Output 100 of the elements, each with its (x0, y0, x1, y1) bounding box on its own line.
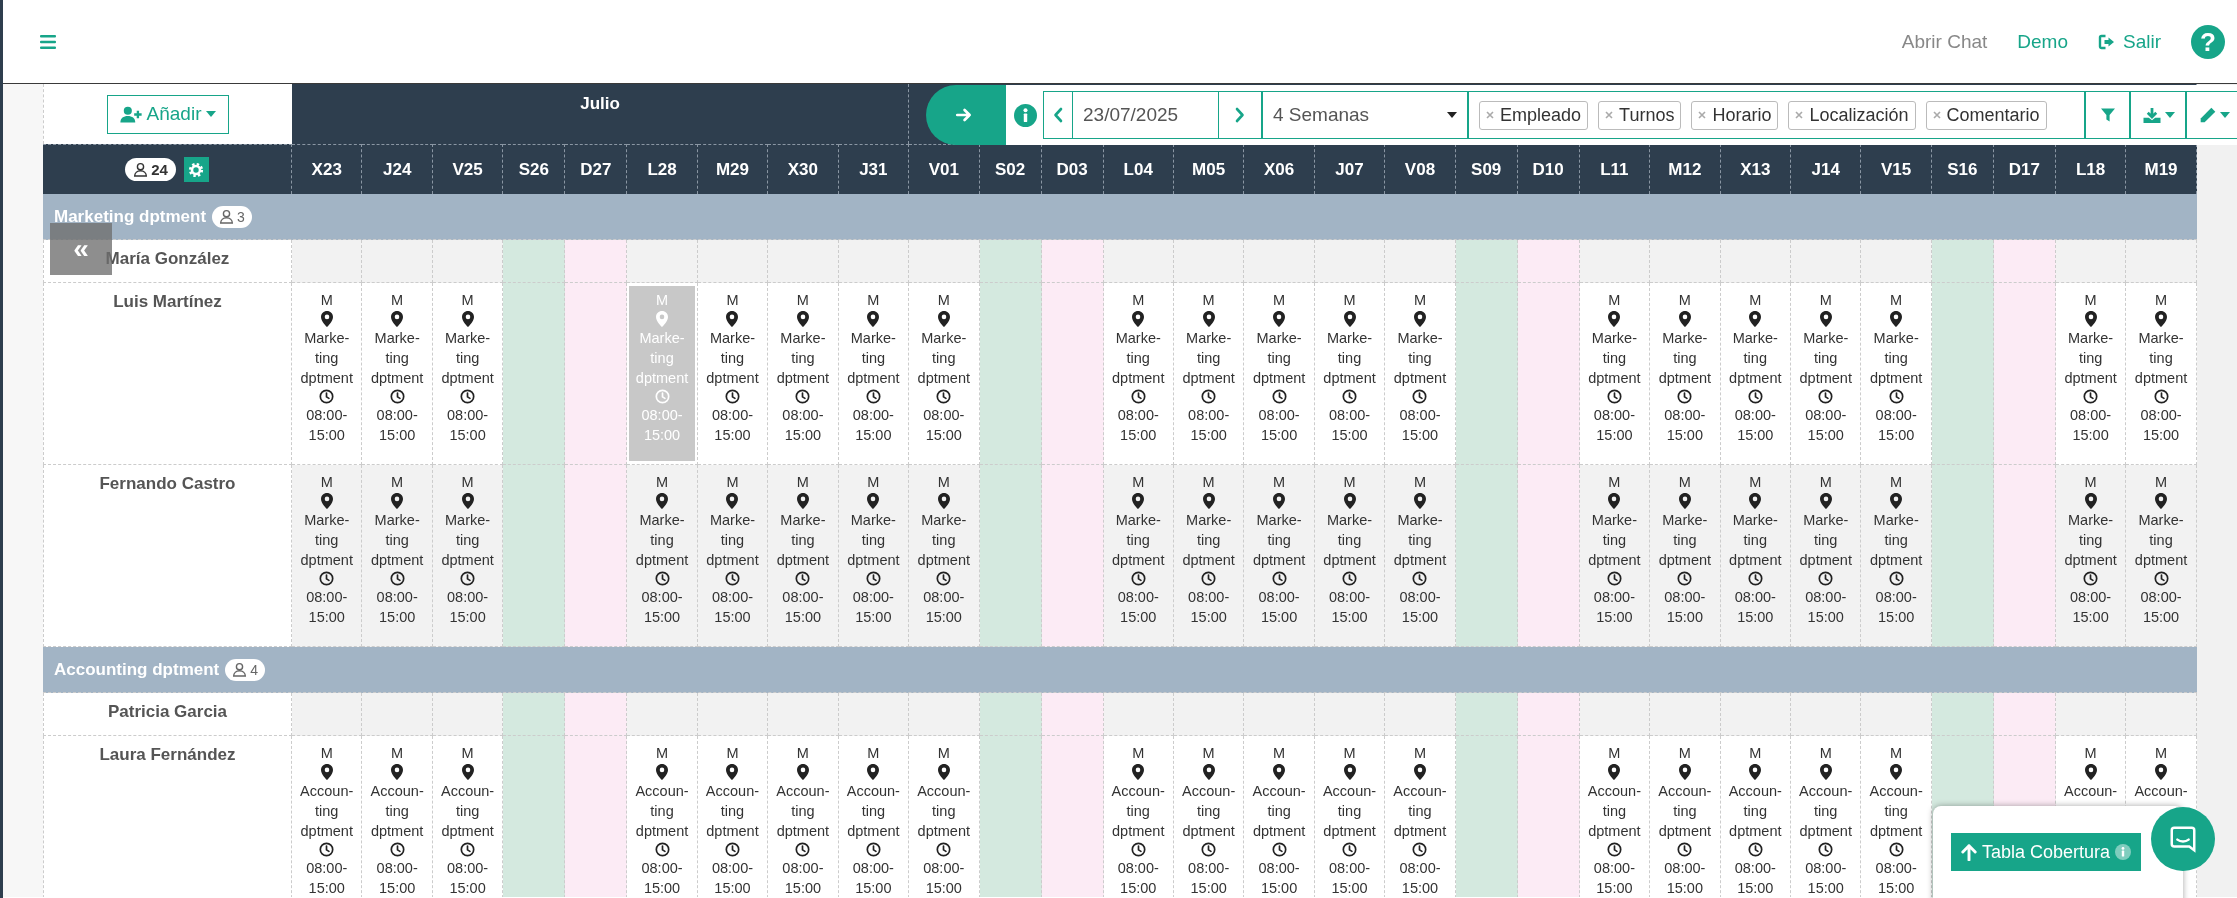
day-header[interactable]: V25 (432, 144, 504, 194)
shift-card[interactable]: M Marke-ting dptment 08:00-15:00 (1246, 468, 1312, 643)
shift-card[interactable]: M Accoun-ting dptment 08:00-15:00 (1387, 739, 1453, 897)
day-header[interactable]: J31 (838, 144, 910, 194)
shift-card[interactable]: M Accoun-ting dptment 08:00-15:00 (770, 739, 836, 897)
filter-button[interactable] (2085, 91, 2130, 139)
shift-card[interactable]: M Marke-ting dptment 08:00-15:00 (1652, 286, 1718, 461)
download-button[interactable] (2130, 91, 2186, 139)
filter-tag[interactable]: Horario (1691, 100, 1779, 130)
filter-tag[interactable]: Empleado (1479, 100, 1589, 130)
day-header[interactable]: S16 (1931, 144, 1994, 194)
day-header[interactable]: M05 (1173, 144, 1245, 194)
shift-card[interactable]: M Accoun-ting dptment 08:00-15:00 (1105, 739, 1171, 897)
shift-card[interactable]: M Marke-ting dptment 08:00-15:00 (1581, 286, 1648, 461)
day-header[interactable]: M19 (2126, 144, 2197, 194)
range-dropdown[interactable]: 4 Semanas (1262, 91, 1468, 139)
settings-button[interactable] (183, 157, 209, 182)
shift-card[interactable]: M Accoun-ting dptment 08:00-15:00 (911, 739, 977, 897)
shift-card[interactable]: M Marke-ting dptment 08:00-15:00 (294, 286, 360, 461)
day-header[interactable]: J07 (1314, 144, 1386, 194)
shift-card[interactable]: M Accoun-ting dptment 08:00-15:00 (364, 739, 430, 897)
day-header[interactable]: L28 (627, 144, 698, 194)
shift-card[interactable]: M Marke-ting dptment 08:00-15:00 (770, 286, 836, 461)
filter-tag[interactable]: Localización (1788, 100, 1916, 130)
shift-card[interactable]: M Marke-ting dptment 08:00-15:00 (1863, 468, 1929, 643)
shift-card[interactable]: M Accoun-ting dptment 08:00-15:00 (1863, 739, 1929, 897)
filter-tag[interactable]: Turnos (1598, 100, 1682, 130)
shift-card[interactable]: M Marke-ting dptment 08:00-15:00 (1175, 286, 1242, 461)
shift-card[interactable]: M Marke-ting dptment 08:00-15:00 (840, 468, 907, 643)
day-header[interactable]: S02 (979, 144, 1042, 194)
shift-card[interactable]: M Accoun- (2128, 739, 2194, 801)
shift-card[interactable]: M Marke-ting dptment 08:00-15:00 (840, 286, 907, 461)
shift-card[interactable]: M Marke-ting dptment 08:00-15:00 (1316, 286, 1383, 461)
remove-icon[interactable] (1698, 111, 1707, 119)
remove-icon[interactable] (1932, 111, 1941, 119)
shift-card[interactable]: M Accoun-ting dptment 08:00-15:00 (699, 739, 766, 897)
day-header[interactable]: X13 (1720, 144, 1791, 194)
shift-card[interactable]: M Marke-ting dptment 08:00-15:00 (1793, 286, 1859, 461)
remove-icon[interactable] (1795, 111, 1804, 119)
shift-card[interactable]: M Accoun-ting dptment 08:00-15:00 (840, 739, 907, 897)
day-header[interactable]: J24 (362, 144, 433, 194)
filter-tag[interactable]: Comentario (1925, 100, 2047, 130)
employee-name[interactable]: Laura Fernández (99, 745, 236, 764)
shift-card[interactable]: M Accoun-ting dptment 08:00-15:00 (1581, 739, 1648, 897)
shift-card[interactable]: M Marke-ting dptment 08:00-15:00 (364, 468, 430, 643)
day-header[interactable]: M29 (697, 144, 769, 194)
shift-card[interactable]: M Accoun-ting dptment 08:00-15:00 (1722, 739, 1788, 897)
day-header[interactable]: V08 (1385, 144, 1456, 194)
shift-card[interactable]: M Accoun-ting dptment 08:00-15:00 (1316, 739, 1383, 897)
shift-card[interactable]: M Marke-ting dptment 08:00-15:00 (2057, 286, 2124, 461)
menu-icon[interactable] (40, 34, 56, 49)
day-header[interactable]: S09 (1455, 144, 1518, 194)
shift-card[interactable]: M Marke-ting dptment 08:00-15:00 (294, 468, 360, 643)
day-header[interactable]: D27 (565, 144, 628, 194)
shift-card[interactable]: M Accoun-ting dptment 08:00-15:00 (1652, 739, 1718, 897)
next-button[interactable] (1218, 91, 1262, 139)
shift-card[interactable]: M Marke-ting dptment 08:00-15:00 (1722, 468, 1788, 643)
day-header[interactable]: M12 (1650, 144, 1721, 194)
shift-card[interactable]: M Marke-ting dptment 08:00-15:00 (1793, 468, 1859, 643)
employee-name[interactable]: Luis Martínez (113, 292, 222, 311)
shift-card[interactable]: M Marke-ting dptment 08:00-15:00 (699, 286, 766, 461)
day-header[interactable]: L11 (1579, 144, 1651, 194)
shift-card[interactable]: M Marke-ting dptment 08:00-15:00 (699, 468, 766, 643)
shift-card[interactable]: M Marke-ting dptment 08:00-15:00 (434, 286, 501, 461)
shift-card[interactable]: M Marke-ting dptment 08:00-15:00 (2057, 468, 2124, 643)
day-header[interactable]: V01 (909, 144, 980, 194)
day-header[interactable]: L18 (2055, 144, 2127, 194)
remove-icon[interactable] (1486, 111, 1494, 119)
day-header[interactable]: X23 (292, 144, 363, 194)
employee-name[interactable]: Fernando Castro (99, 474, 236, 493)
shift-card[interactable]: M Marke-ting dptment 08:00-15:00 (770, 468, 836, 643)
shift-card[interactable]: M Marke-ting dptment 08:00-15:00 (911, 468, 977, 643)
shift-card[interactable]: M Accoun-ting dptment 08:00-15:00 (1175, 739, 1242, 897)
day-header[interactable]: D03 (1041, 144, 1104, 194)
shift-card[interactable]: M Marke-ting dptment 08:00-15:00 (1105, 286, 1171, 461)
shift-card[interactable]: M Accoun-ting dptment 08:00-15:00 (294, 739, 360, 897)
shift-card[interactable]: M Accoun-ting dptment 08:00-15:00 (1793, 739, 1859, 897)
column-filter-field[interactable]: Empleado Turnos Horario Localización Comentario (1468, 91, 2085, 139)
date-field[interactable]: 23/07/2025 (1073, 91, 1218, 139)
shift-card[interactable]: M Marke-ting dptment 08:00-15:00 (911, 286, 977, 461)
group-header[interactable]: Accounting dptment 4 (43, 647, 2197, 693)
day-header[interactable]: D10 (1517, 144, 1580, 194)
shift-card[interactable]: M Marke-ting dptment 08:00-15:00 (364, 286, 430, 461)
shift-card[interactable]: M Marke-ting dptment 08:00-15:00 (1387, 468, 1453, 643)
shift-card[interactable]: M Marke-ting dptment 08:00-15:00 (629, 468, 695, 643)
shift-card[interactable]: M Marke-ting dptment 08:00-15:00 (2128, 286, 2194, 461)
shift-card[interactable]: M Marke-ting dptment 08:00-15:00 (1175, 468, 1242, 643)
shift-card[interactable]: M Marke-ting dptment 08:00-15:00 (1246, 286, 1312, 461)
shift-card[interactable]: M Marke-ting dptment 08:00-15:00 (434, 468, 501, 643)
day-header[interactable]: V15 (1861, 144, 1932, 194)
nav-link[interactable]: Abrir Chat (1901, 30, 1988, 53)
shift-card[interactable]: M Accoun-ting dptment 08:00-15:00 (1246, 739, 1312, 897)
shift-card[interactable]: M Marke-ting dptment 08:00-15:00 (1863, 286, 1929, 461)
toggle-toolbar-button[interactable] (926, 85, 1006, 145)
shift-card[interactable]: M Accoun- (2057, 739, 2124, 801)
shift-card[interactable]: M Accoun-ting dptment 08:00-15:00 (629, 739, 695, 897)
shift-card[interactable]: M Marke-ting dptment 08:00-15:00 (1652, 468, 1718, 643)
group-header[interactable]: Marketing dptment 3 (43, 194, 2197, 240)
edit-button[interactable] (2186, 91, 2237, 139)
day-header[interactable]: L04 (1103, 144, 1174, 194)
